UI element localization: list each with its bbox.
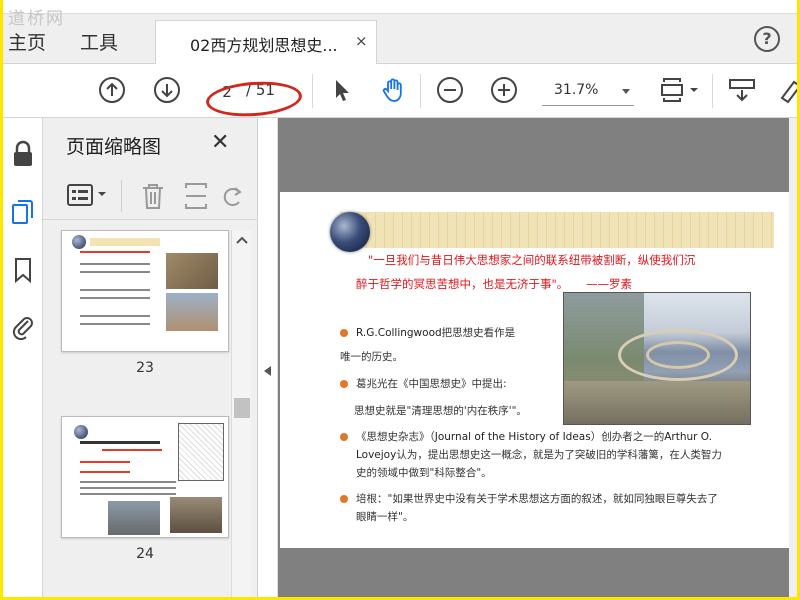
watermark: 道桥网 <box>8 9 65 29</box>
screenshot-border <box>0 0 800 600</box>
